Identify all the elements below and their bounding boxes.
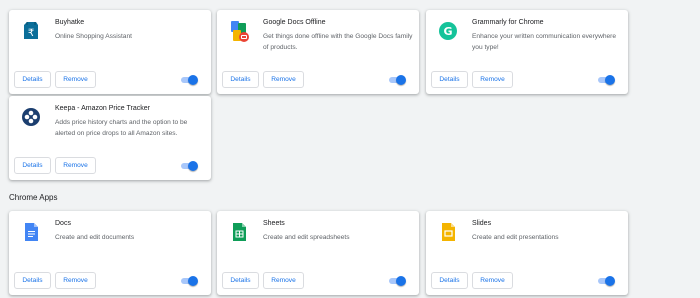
remove-button[interactable]: Remove: [55, 272, 96, 289]
extension-name: Grammarly for Chrome: [472, 19, 544, 26]
extension-card-keepa: Keepa - Amazon Price Tracker Adds price …: [9, 96, 211, 180]
extension-card-buyhatke: ₹ Buyhatke Online Shopping Assistant Det…: [9, 10, 211, 94]
enable-toggle[interactable]: [389, 75, 406, 85]
remove-button[interactable]: Remove: [263, 272, 304, 289]
enable-toggle[interactable]: [598, 276, 615, 286]
details-button[interactable]: Details: [14, 272, 51, 289]
details-button[interactable]: Details: [14, 71, 51, 88]
extension-card-google-docs-offline: Google Docs Offline Get things done offl…: [217, 10, 419, 94]
keepa-icon: [21, 106, 41, 128]
enable-toggle[interactable]: [389, 276, 406, 286]
app-name: Sheets: [263, 220, 285, 227]
details-button[interactable]: Details: [14, 157, 51, 174]
details-button[interactable]: Details: [222, 71, 259, 88]
details-button[interactable]: Details: [431, 71, 468, 88]
details-button[interactable]: Details: [431, 272, 468, 289]
slides-icon: [438, 221, 458, 243]
app-card-sheets: Sheets Create and edit spreadsheets Deta…: [217, 211, 419, 295]
chrome-apps-heading: Chrome Apps: [9, 193, 58, 202]
extension-name: Buyhatke: [55, 19, 85, 26]
remove-button[interactable]: Remove: [55, 157, 96, 174]
extension-description: Get things done offline with the Google …: [263, 33, 413, 51]
app-name: Docs: [55, 220, 71, 227]
extension-description: Online Shopping Assistant: [55, 33, 132, 40]
remove-button[interactable]: Remove: [55, 71, 96, 88]
enable-toggle[interactable]: [598, 75, 615, 85]
remove-button[interactable]: Remove: [472, 71, 513, 88]
app-card-docs: Docs Create and edit documents Details R…: [9, 211, 211, 295]
details-button[interactable]: Details: [222, 272, 259, 289]
app-description: Create and edit presentations: [472, 234, 559, 241]
enable-toggle[interactable]: [181, 276, 198, 286]
enable-toggle[interactable]: [181, 75, 198, 85]
extension-card-grammarly: G Grammarly for Chrome Enhance your writ…: [426, 10, 628, 94]
enable-toggle[interactable]: [181, 161, 198, 171]
sheets-icon: [229, 221, 249, 243]
svg-text:G: G: [443, 25, 452, 38]
extension-description: Enhance your written communication every…: [472, 33, 617, 51]
grammarly-icon: G: [438, 20, 458, 42]
svg-text:₹: ₹: [28, 28, 34, 39]
buyhatke-icon: ₹: [21, 20, 41, 42]
app-name: Slides: [472, 220, 492, 227]
remove-button[interactable]: Remove: [472, 272, 513, 289]
app-card-slides: Slides Create and edit presentations Det…: [426, 211, 628, 295]
docs-icon: [21, 221, 41, 243]
extension-name: Keepa - Amazon Price Tracker: [55, 105, 150, 112]
app-description: Create and edit spreadsheets: [263, 234, 350, 241]
app-description: Create and edit documents: [55, 234, 135, 241]
google-docs-offline-icon: [229, 20, 249, 42]
extension-name: Google Docs Offline: [263, 19, 326, 26]
extension-description: Adds price history charts and the option…: [55, 119, 188, 137]
remove-button[interactable]: Remove: [263, 71, 304, 88]
